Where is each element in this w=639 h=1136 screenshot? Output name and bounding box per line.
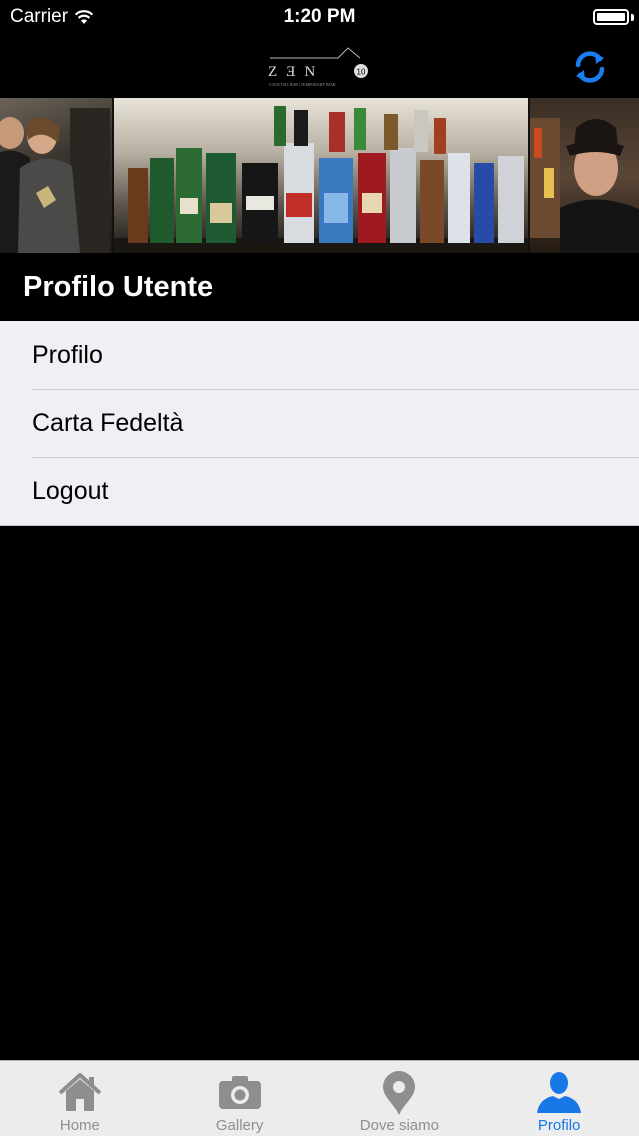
- home-icon: [58, 1073, 102, 1111]
- menu-divider: [0, 525, 639, 526]
- battery-tip: [631, 14, 634, 21]
- tab-home[interactable]: Home: [0, 1061, 160, 1136]
- page-title: Profilo Utente: [23, 271, 214, 303]
- profile-menu: Profilo Carta Fedeltà Logout: [0, 321, 639, 526]
- nav-bar: ZƎN 10 COCKTAIL BAR | TEMPORARY BIAR: [0, 40, 639, 98]
- status-bar: Carrier 1:20 PM: [0, 0, 639, 40]
- menu-item-label: Profilo: [32, 340, 103, 369]
- person-icon: [537, 1072, 582, 1113]
- tab-label: Home: [59, 1117, 100, 1134]
- menu-item-carta-fedelta[interactable]: Carta Fedeltà: [0, 389, 639, 457]
- tab-label: Dove siamo: [359, 1117, 439, 1134]
- logo-subtitle: COCKTAIL BAR | TEMPORARY BIAR: [269, 82, 336, 87]
- tab-gallery[interactable]: Gallery: [160, 1061, 320, 1136]
- zeno-logo: ZƎN 10 COCKTAIL BAR | TEMPORARY BIAR: [268, 47, 368, 87]
- tab-dove-siamo[interactable]: Dove siamo: [320, 1061, 480, 1136]
- svg-text:ZƎN: ZƎN: [268, 64, 324, 80]
- tab-bar: Home Gallery Dove siamo Profilo: [0, 1060, 639, 1136]
- tab-label: Gallery: [215, 1117, 264, 1134]
- photo-banner: [0, 98, 639, 253]
- menu-item-label: Carta Fedeltà: [32, 408, 184, 437]
- bar-bottles-photo: [114, 98, 528, 253]
- section-header: Profilo Utente: [0, 253, 639, 321]
- tab-label: Profilo: [537, 1117, 581, 1134]
- refresh-icon[interactable]: [571, 48, 609, 86]
- camera-icon: [218, 1076, 261, 1109]
- battery-icon: [593, 9, 629, 25]
- map-pin-icon: [383, 1071, 416, 1115]
- menu-item-profilo[interactable]: Profilo: [0, 321, 639, 389]
- status-time: 1:20 PM: [283, 6, 356, 27]
- menu-item-logout[interactable]: Logout: [0, 457, 639, 525]
- menu-item-label: Logout: [32, 476, 109, 505]
- people-photo: [0, 98, 112, 253]
- tab-profilo[interactable]: Profilo: [479, 1061, 639, 1136]
- bartender-photo: [530, 98, 639, 253]
- svg-text:10: 10: [357, 68, 366, 77]
